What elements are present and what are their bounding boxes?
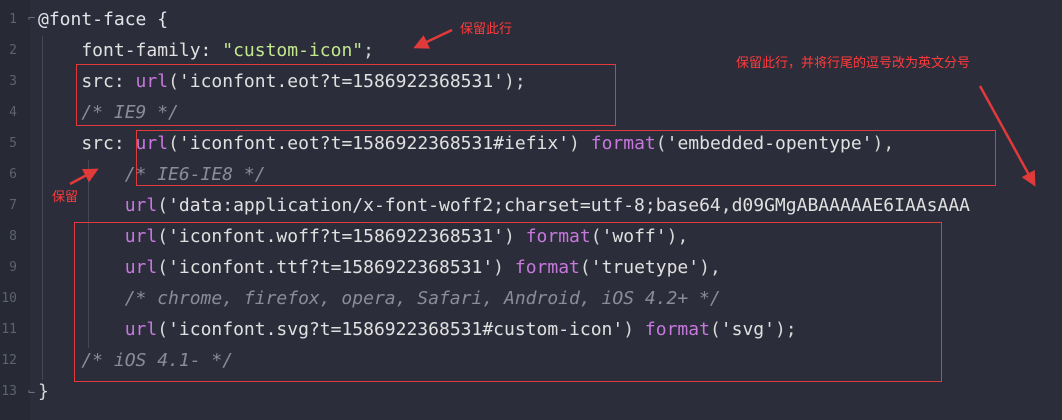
annotation-arrows bbox=[69, 28, 1036, 187]
arrow-to-line-end bbox=[978, 85, 1036, 187]
arrow-to-src bbox=[69, 168, 99, 186]
arrow-to-font-family bbox=[413, 28, 453, 49]
